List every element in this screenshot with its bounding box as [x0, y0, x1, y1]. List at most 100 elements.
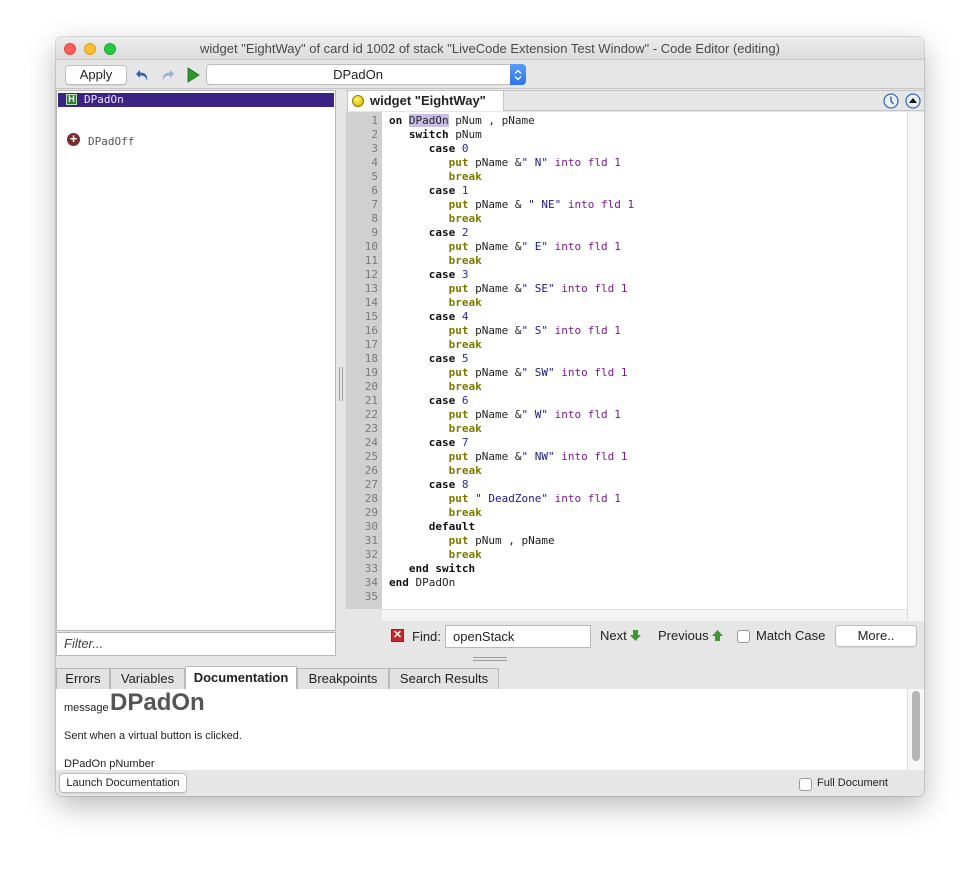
code-text: case 3 — [428, 268, 469, 281]
code-line[interactable]: 22 put pName &" W" into fld 1 — [346, 408, 907, 422]
handler-item-dpadon[interactable]: H DPadOn — [58, 93, 334, 107]
full-document-checkbox[interactable] — [799, 778, 812, 791]
add-handler-icon: + — [67, 132, 80, 146]
code-line[interactable]: 3 case 0 — [346, 142, 907, 156]
handler-select-value: DPadOn — [333, 67, 383, 82]
editor-tab-bar: widget "EightWay" — [346, 90, 924, 111]
line-number: 16 — [364, 324, 378, 337]
clock-icon[interactable] — [883, 93, 899, 109]
close-find-icon[interactable]: ✕ — [391, 629, 404, 642]
code-line[interactable]: 27 case 8 — [346, 478, 907, 492]
code-line[interactable]: 29 break — [346, 506, 907, 520]
horizontal-scrollbar[interactable] — [382, 609, 907, 621]
code-line[interactable]: 13 put pName &" SE" into fld 1 — [346, 282, 907, 296]
code-line[interactable]: 28 put " DeadZone" into fld 1 — [346, 492, 907, 506]
code-line[interactable]: 35 — [346, 590, 907, 604]
tab-widget-eightway[interactable]: widget "EightWay" — [347, 90, 504, 111]
line-number: 15 — [364, 310, 378, 323]
run-icon[interactable] — [184, 66, 202, 84]
code-line[interactable]: 33 end switch — [346, 562, 907, 576]
line-number: 18 — [364, 352, 378, 365]
code-line[interactable]: 23 break — [346, 422, 907, 436]
code-line[interactable]: 6 case 1 — [346, 184, 907, 198]
code-line[interactable]: 24 case 7 — [346, 436, 907, 450]
code-line[interactable]: 7 put pName & " NE" into fld 1 — [346, 198, 907, 212]
code-line[interactable]: 19 put pName &" SW" into fld 1 — [346, 366, 907, 380]
code-line[interactable]: 32 break — [346, 548, 907, 562]
line-number: 12 — [364, 268, 378, 281]
tab-search-results[interactable]: Search Results — [389, 668, 499, 689]
line-number: 24 — [364, 436, 378, 449]
code-line[interactable]: 17 break — [346, 338, 907, 352]
line-number: 33 — [364, 562, 378, 575]
find-next-label: Next — [600, 628, 627, 643]
code-line[interactable]: 5 break — [346, 170, 907, 184]
code-line[interactable]: 4 put pName &" N" into fld 1 — [346, 156, 907, 170]
code-line[interactable]: 11 break — [346, 254, 907, 268]
doc-description: Sent when a virtual button is clicked. — [64, 730, 242, 742]
code-line[interactable]: 14 break — [346, 296, 907, 310]
code-line[interactable]: 20 break — [346, 380, 907, 394]
launch-documentation-button[interactable]: Launch Documentation — [59, 773, 187, 793]
find-previous-button[interactable]: Previous — [658, 628, 724, 643]
code-line[interactable]: 18 case 5 — [346, 352, 907, 366]
handler-filter-input[interactable]: Filter... — [56, 632, 336, 656]
vertical-splitter-handle[interactable] — [339, 367, 345, 401]
undo-icon[interactable] — [134, 66, 152, 84]
tab-documentation[interactable]: Documentation — [185, 666, 297, 689]
handler-item-dpadoff[interactable]: + DPadOff — [58, 132, 334, 148]
line-number: 27 — [364, 478, 378, 491]
vertical-scrollbar[interactable] — [907, 112, 924, 621]
redo-icon[interactable] — [158, 66, 176, 84]
tab-breakpoints[interactable]: Breakpoints — [297, 668, 389, 689]
code-text: break — [448, 170, 482, 183]
doc-scrollbar[interactable] — [907, 689, 924, 770]
code-line[interactable]: 2 switch pNum — [346, 128, 907, 142]
code-line[interactable]: 12 case 3 — [346, 268, 907, 282]
line-number: 30 — [364, 520, 378, 533]
full-document-label: Full Document — [817, 777, 888, 789]
find-input[interactable]: openStack — [445, 625, 591, 648]
line-number: 28 — [364, 492, 378, 505]
code-text: on DPadOn pNum , pName — [389, 114, 535, 127]
find-next-button[interactable]: Next — [600, 628, 642, 643]
object-status-icon — [352, 95, 364, 107]
doc-scrollbar-thumb[interactable] — [912, 691, 920, 761]
tab-errors[interactable]: Errors — [56, 668, 110, 689]
apply-button[interactable]: Apply — [65, 65, 127, 85]
handler-label: DPadOn — [84, 93, 124, 106]
line-number: 7 — [371, 198, 378, 211]
line-number: 11 — [364, 254, 378, 267]
code-line[interactable]: 30 default — [346, 520, 907, 534]
line-number: 4 — [371, 156, 378, 169]
code-line[interactable]: 8 break — [346, 212, 907, 226]
collapse-up-icon[interactable] — [905, 93, 921, 109]
find-previous-label: Previous — [658, 628, 709, 643]
code-editor-window: widget "EightWay" of card id 1002 of sta… — [56, 37, 924, 796]
line-number: 2 — [371, 128, 378, 141]
tab-variables[interactable]: Variables — [110, 668, 185, 689]
match-case-checkbox[interactable] — [737, 630, 750, 643]
code-text: case 1 — [428, 184, 469, 197]
code-line[interactable]: 25 put pName &" NW" into fld 1 — [346, 450, 907, 464]
code-line[interactable]: 31 put pNum , pName — [346, 534, 907, 548]
code-line[interactable]: 9 case 2 — [346, 226, 907, 240]
line-number: 3 — [371, 142, 378, 155]
code-line[interactable]: 15 case 4 — [346, 310, 907, 324]
script-editor[interactable]: 1 on DPadOn pNum , pName 2 switch pNum 3 ca… — [346, 112, 907, 609]
more-button[interactable]: More.. — [835, 625, 917, 647]
code-text: break — [448, 506, 482, 519]
code-line[interactable]: 1 on DPadOn pNum , pName — [346, 114, 907, 128]
code-line[interactable]: 16 put pName &" S" into fld 1 — [346, 324, 907, 338]
code-text: break — [448, 254, 482, 267]
horizontal-splitter-handle[interactable] — [473, 657, 507, 662]
code-line[interactable]: 10 put pName &" E" into fld 1 — [346, 240, 907, 254]
code-line[interactable]: 26 break — [346, 464, 907, 478]
handler-select[interactable]: DPadOn — [206, 64, 526, 85]
line-number: 29 — [364, 506, 378, 519]
code-text: case 6 — [428, 394, 469, 407]
code-line[interactable]: 21 case 6 — [346, 394, 907, 408]
code-text: break — [448, 212, 482, 225]
code-line[interactable]: 34 end DPadOn — [346, 576, 907, 590]
handler-label: DPadOff — [88, 135, 135, 148]
